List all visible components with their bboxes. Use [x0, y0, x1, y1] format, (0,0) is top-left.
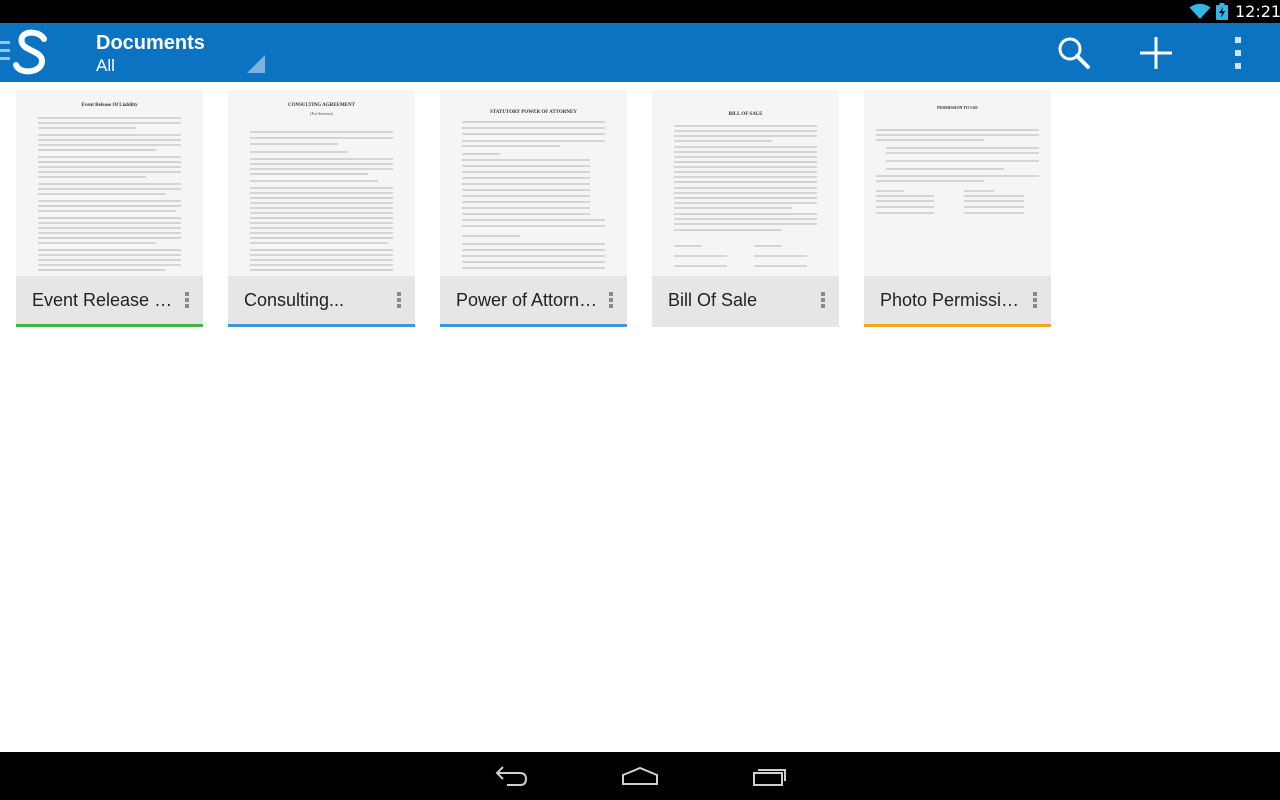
document-filter-selector[interactable]: Documents All: [96, 32, 266, 78]
recent-apps-button[interactable]: [740, 758, 800, 794]
document-menu-button[interactable]: [816, 292, 830, 312]
home-icon: [622, 766, 658, 785]
document-title: Photo Permissio...: [880, 290, 1022, 310]
status-time: 12:21: [1235, 2, 1280, 21]
document-title: Consulting...: [244, 290, 345, 310]
app-logo-button[interactable]: [0, 27, 60, 79]
back-icon: [495, 766, 528, 786]
thumbnail-text-lines: [462, 121, 605, 269]
document-thumbnail: STATUTORY POWER OF ATTORNEY: [440, 90, 627, 276]
document-label-bar: Photo Permissio...: [864, 276, 1051, 324]
dropdown-indicator-icon: [247, 55, 265, 73]
document-accent-bar: [652, 324, 839, 327]
document-thumbnail: Event Release Of Liability: [16, 90, 203, 276]
navigation-bar: [0, 752, 1280, 800]
action-bar-title: Documents: [96, 32, 205, 54]
thumbnail-text-lines: [876, 129, 1039, 214]
add-document-button[interactable]: [1134, 31, 1178, 75]
document-menu-button[interactable]: [180, 292, 194, 312]
document-menu-button[interactable]: [1028, 292, 1042, 312]
back-button[interactable]: [482, 758, 542, 794]
document-thumbnail: BILL OF SALE: [652, 90, 839, 276]
document-card[interactable]: BILL OF SALE Bill Of Sale: [652, 90, 839, 327]
recent-apps-icon: [753, 769, 786, 786]
battery-charging-icon: [1216, 3, 1228, 20]
search-icon: [1058, 37, 1090, 69]
document-card[interactable]: CONSULTING AGREEMENT (For Services) Cons…: [228, 90, 415, 327]
home-button[interactable]: [610, 758, 670, 794]
document-accent-bar: [440, 324, 627, 327]
document-label-bar: Event Release Of...: [16, 276, 203, 324]
document-card[interactable]: PERMISSION TO USE Photo Permissio...: [864, 90, 1051, 327]
document-menu-button[interactable]: [392, 292, 406, 312]
thumbnail-text-lines: [250, 131, 393, 271]
document-accent-bar: [16, 324, 203, 327]
document-label-bar: Power of Attorney: [440, 276, 627, 324]
document-title: Event Release Of...: [32, 290, 174, 310]
document-label-bar: Bill Of Sale: [652, 276, 839, 324]
action-bar-subtitle: All: [96, 56, 115, 75]
app-s-logo-icon: [0, 29, 47, 75]
document-title: Bill Of Sale: [668, 290, 758, 310]
plus-icon: [1140, 37, 1172, 69]
search-button[interactable]: [1052, 31, 1096, 75]
thumbnail-text-lines: [674, 125, 817, 267]
document-menu-button[interactable]: [604, 292, 618, 312]
document-accent-bar: [864, 324, 1051, 327]
document-card[interactable]: Event Release Of Liability Event Release…: [16, 90, 203, 327]
document-thumbnail: PERMISSION TO USE: [864, 90, 1051, 276]
action-bar: Documents All: [0, 23, 1280, 82]
document-grid: Event Release Of Liability Event Release…: [16, 90, 1116, 330]
status-bar: 12:21: [0, 0, 1280, 23]
document-card[interactable]: STATUTORY POWER OF ATTORNEY Power of Att…: [440, 90, 627, 327]
wifi-icon: [1189, 3, 1211, 19]
document-title: Power of Attorney: [456, 290, 598, 310]
thumbnail-text-lines: [38, 117, 181, 271]
document-thumbnail: CONSULTING AGREEMENT (For Services): [228, 90, 415, 276]
document-label-bar: Consulting...: [228, 276, 415, 324]
overflow-menu-icon: [1235, 37, 1241, 69]
overflow-menu-button[interactable]: [1216, 31, 1260, 75]
document-accent-bar: [228, 324, 415, 327]
